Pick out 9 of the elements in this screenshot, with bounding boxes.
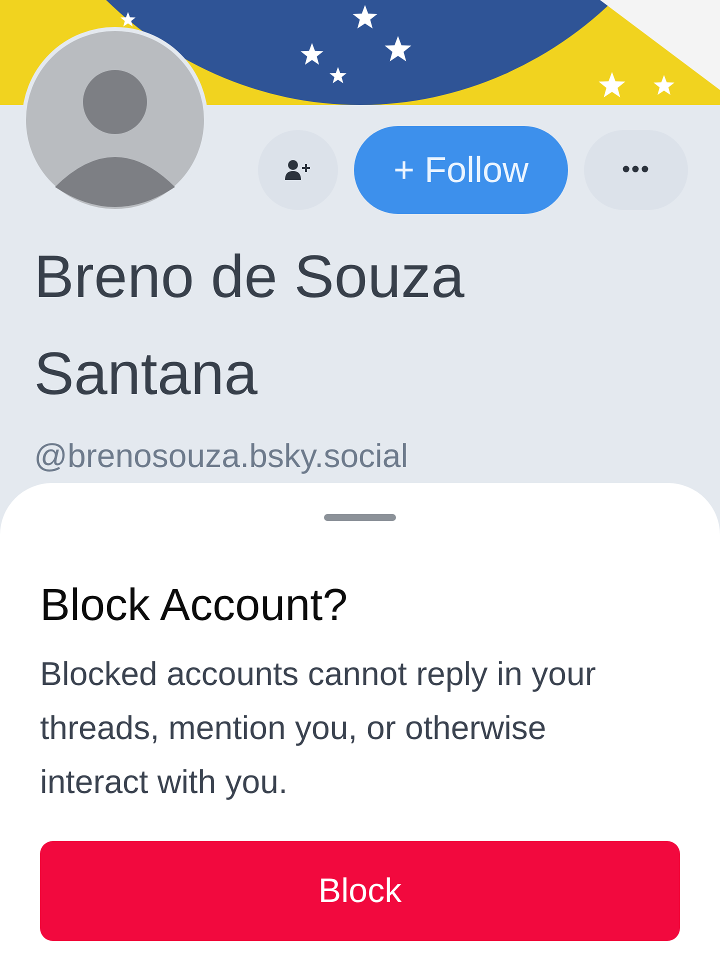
sheet-title: Block Account? [40,579,349,631]
profile-name: Breno de Souza Santana [34,242,466,409]
more-button[interactable]: ••• [584,130,688,210]
sheet-message: Blocked accounts cannot reply in your threads, mention you, or otherwise interact with you. [40,654,597,802]
person-plus-icon [285,160,311,180]
follow-button[interactable]: + Follow [354,126,568,214]
profile-handle: @brenosouza.bsky.social [34,436,410,476]
drag-handle[interactable] [324,514,396,521]
block-button[interactable]: Block [40,841,680,941]
